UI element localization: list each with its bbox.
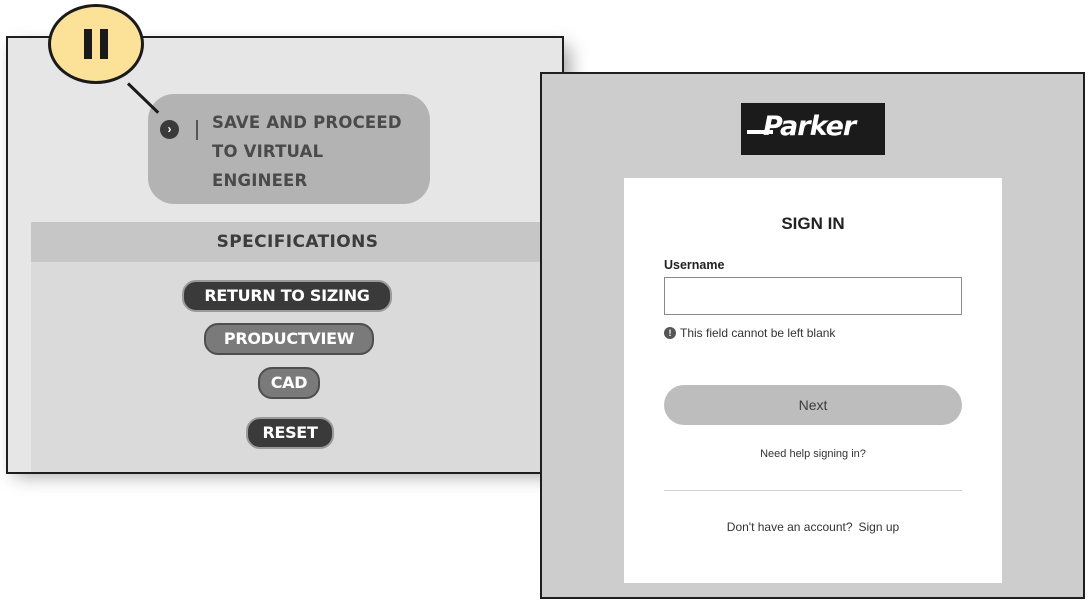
reset-button[interactable]: RESET [246, 417, 334, 449]
productview-button[interactable]: PRODUCTVIEW [204, 323, 374, 355]
logo-text: Parker [763, 111, 856, 142]
cad-button[interactable]: CAD [258, 367, 320, 399]
numeral-bar [100, 29, 108, 59]
arrow-right-circle-icon: › [160, 120, 179, 139]
sign-in-window: Parker SIGN IN Username ! This field can… [540, 72, 1085, 599]
next-button[interactable]: Next [664, 385, 962, 425]
exclamation-circle-icon: ! [664, 327, 676, 339]
return-to-sizing-button[interactable]: RETURN TO SIZING [182, 280, 392, 312]
username-input[interactable] [664, 277, 962, 315]
help-signing-in-link[interactable]: Need help signing in? [624, 448, 1002, 460]
save-label-line-1: SAVE AND PROCEED [212, 113, 402, 132]
username-label: Username [664, 258, 725, 272]
signup-row: Don't have an account? Sign up [624, 520, 1002, 534]
sign-in-card: SIGN IN Username ! This field cannot be … [624, 178, 1002, 583]
sign-up-link[interactable]: Sign up [859, 520, 900, 534]
specifications-title: SPECIFICATIONS [216, 232, 379, 252]
save-and-proceed-button[interactable]: › SAVE AND PROCEED TO VIRTUAL ENGINEER [148, 94, 430, 204]
save-label-line-3: ENGINEER [212, 171, 308, 190]
no-account-text: Don't have an account? [726, 520, 853, 534]
configurator-panel: › SAVE AND PROCEED TO VIRTUAL ENGINEER S… [6, 36, 564, 474]
error-message: This field cannot be left blank [680, 326, 836, 340]
save-and-proceed-label: SAVE AND PROCEED TO VIRTUAL ENGINEER [212, 108, 428, 195]
save-label-line-2: TO VIRTUAL [212, 142, 324, 161]
parker-logo: Parker [741, 103, 885, 155]
numeral-bar [84, 29, 92, 59]
divider [196, 120, 198, 140]
page-title: SIGN IN [781, 214, 845, 233]
roman-numeral-two-icon [48, 4, 144, 84]
divider [664, 490, 962, 491]
